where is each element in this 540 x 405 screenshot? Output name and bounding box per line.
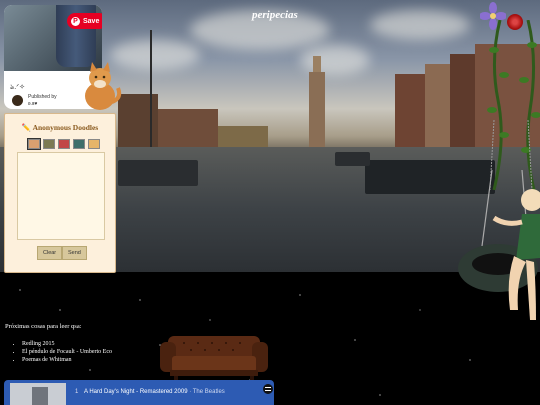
- list-item: Redling 2015: [22, 340, 112, 348]
- red-rose-button-icon[interactable]: [507, 14, 523, 30]
- doodle-title: ✏️ Anonymous Doodles: [21, 123, 99, 132]
- track-title-text: A Hard Day's Night - Remastered 2009: [84, 389, 188, 395]
- color-swatches: [27, 138, 100, 150]
- color-swatch[interactable]: [88, 139, 100, 149]
- purple-flower-icon: [480, 2, 506, 30]
- doodle-panel: ✏️ Anonymous Doodles Clear Send: [4, 113, 116, 273]
- send-button[interactable]: Send: [62, 246, 87, 260]
- color-swatch[interactable]: [43, 139, 55, 149]
- vine-decoration: [487, 20, 540, 190]
- doodle-canvas[interactable]: [17, 152, 105, 240]
- published-label: Published by: [28, 94, 57, 100]
- site-title: peripecias: [252, 9, 298, 21]
- spotify-logo-icon[interactable]: [263, 384, 273, 394]
- color-swatch[interactable]: [58, 139, 70, 149]
- album-art[interactable]: [10, 383, 66, 405]
- save-button[interactable]: P Save: [67, 13, 102, 29]
- sofa-image: [160, 336, 268, 380]
- pin-caption: ঌ.ᐟ✧: [10, 84, 25, 91]
- clear-button[interactable]: Clear: [37, 246, 63, 260]
- list-item: Poemas de Whitman: [22, 356, 112, 364]
- track-number: 1: [75, 389, 79, 395]
- color-swatch[interactable]: [73, 139, 85, 149]
- spotify-player[interactable]: 1 A Hard Day's Night - Remastered 2009 ·…: [4, 380, 274, 405]
- reading-list: Redling 2015 El péndulo de Focault - Umb…: [12, 340, 112, 364]
- save-label: Save: [83, 17, 100, 25]
- cat-icon: [85, 62, 122, 110]
- publisher-name[interactable]: ʚ.ɞ♥: [28, 101, 37, 107]
- track-artist[interactable]: The Beatles: [193, 389, 225, 395]
- pinterest-logo-icon: P: [71, 16, 80, 26]
- tire-swing-image: [458, 170, 540, 320]
- avatar[interactable]: [12, 95, 23, 106]
- reading-heading: Próximas cosas para leer qsa:: [5, 323, 82, 330]
- track-title[interactable]: A Hard Day's Night - Remastered 2009 · T…: [84, 389, 225, 395]
- color-swatch[interactable]: [27, 138, 41, 150]
- list-item: El péndulo de Focault - Umberto Eco: [22, 348, 112, 356]
